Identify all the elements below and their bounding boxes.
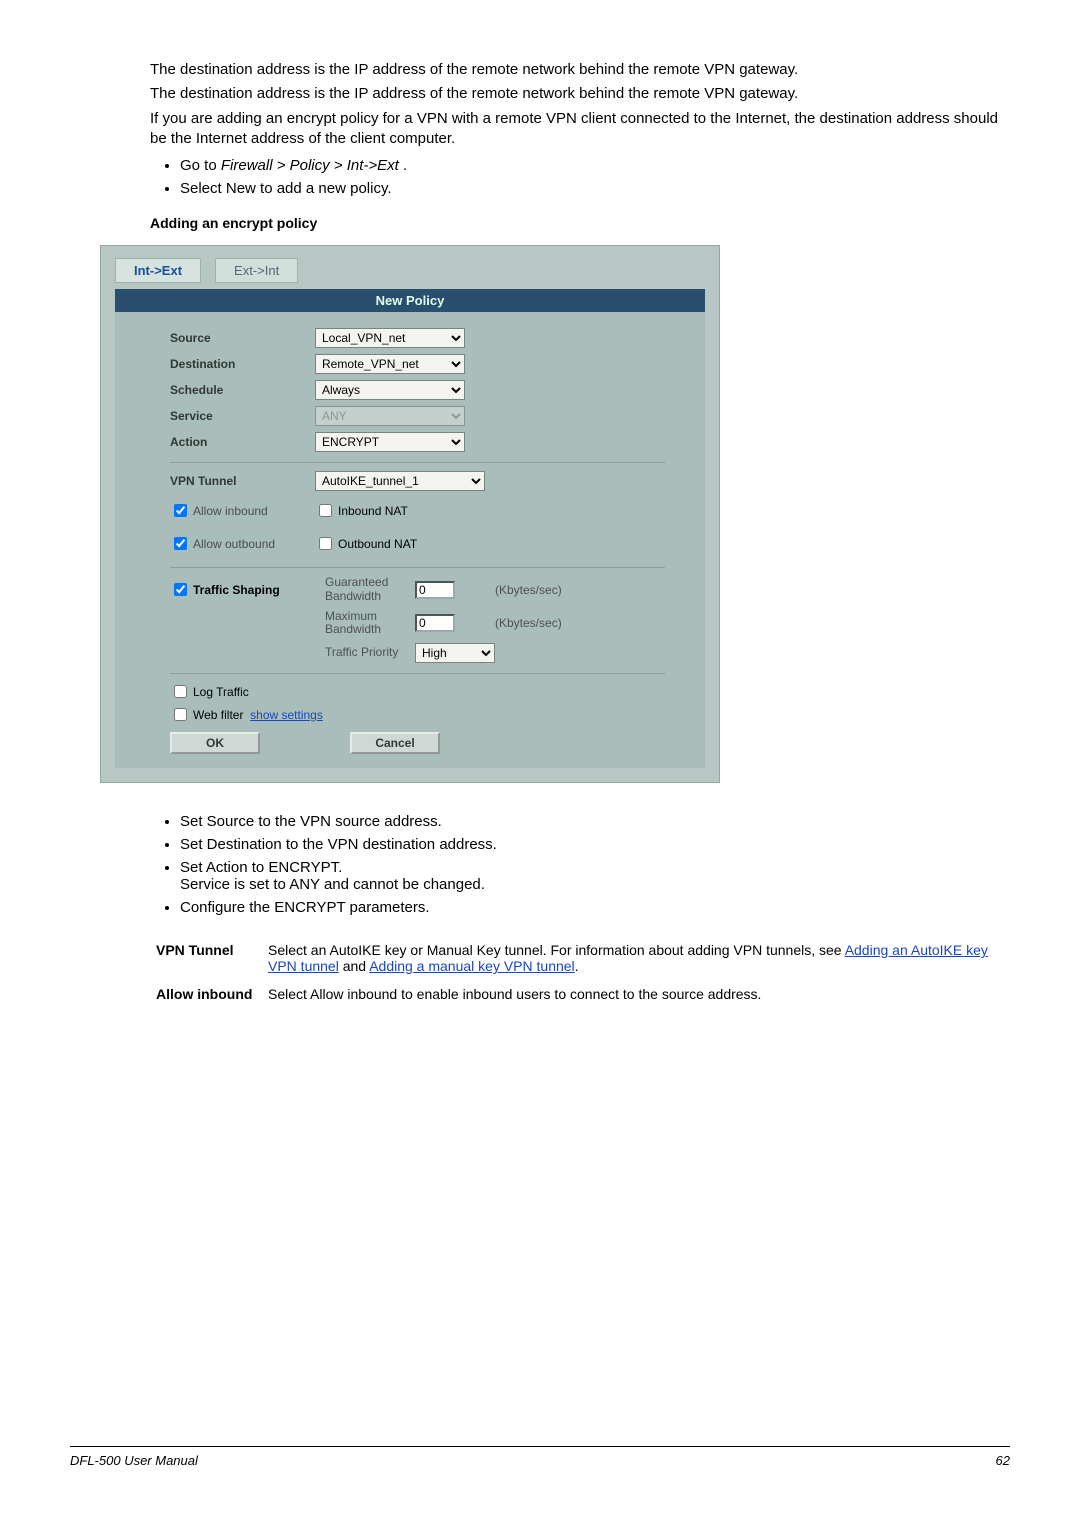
nav-path: Firewall > Policy > Int->Ext bbox=[221, 157, 399, 174]
footer-title: DFL-500 User Manual bbox=[70, 1453, 198, 1468]
label-destination: Destination bbox=[170, 357, 315, 371]
checkbox-allow-inbound[interactable] bbox=[174, 504, 187, 517]
figure-caption: Adding an encrypt policy bbox=[150, 215, 1000, 231]
checkbox-outbound-nat[interactable] bbox=[319, 537, 332, 550]
tab-ext-int[interactable]: Ext->Int bbox=[215, 258, 298, 283]
label-source: Source bbox=[170, 331, 315, 345]
checkbox-web-filter[interactable] bbox=[174, 708, 187, 721]
select-service: ANY bbox=[315, 406, 465, 426]
panel-header: New Policy bbox=[115, 289, 705, 312]
label-vpn-tunnel: VPN Tunnel bbox=[170, 474, 315, 488]
postbullet-1: Set Source to the VPN source address. bbox=[180, 813, 1000, 830]
policy-screenshot: Int->Ext Ext->Int New Policy Source Loca… bbox=[100, 245, 720, 783]
label-allow-outbound: Allow outbound bbox=[193, 537, 275, 551]
intro-p3: If you are adding an encrypt policy for … bbox=[150, 109, 1000, 150]
label-guaranteed: Guaranteed Bandwidth bbox=[325, 576, 405, 604]
label-priority: Traffic Priority bbox=[325, 646, 405, 660]
postbullet-2: Set Destination to the VPN destination a… bbox=[180, 836, 1000, 853]
label-traffic-shaping: Traffic Shaping bbox=[193, 583, 280, 597]
prebullet-2: Select New to add a new policy. bbox=[180, 180, 1000, 197]
checkbox-traffic-shaping[interactable] bbox=[174, 583, 187, 596]
postbullet-4: Configure the ENCRYPT parameters. bbox=[180, 899, 1000, 916]
input-guaranteed[interactable] bbox=[415, 581, 455, 599]
prebullet-1: Go to Firewall > Policy > Int->Ext . bbox=[180, 157, 1000, 174]
select-action[interactable]: ENCRYPT bbox=[315, 432, 465, 452]
label-maximum: Maximum Bandwidth bbox=[325, 610, 405, 638]
unit-guaranteed: (Kbytes/sec) bbox=[495, 583, 665, 597]
label-allow-inbound: Allow inbound bbox=[193, 504, 268, 518]
tab-int-ext[interactable]: Int->Ext bbox=[115, 258, 201, 283]
def-term-allow-inbound: Allow inbound bbox=[150, 980, 262, 1008]
def-text-allow-inbound: Select Allow inbound to enable inbound u… bbox=[262, 980, 1000, 1008]
cancel-button[interactable]: Cancel bbox=[350, 732, 440, 754]
label-schedule: Schedule bbox=[170, 383, 315, 397]
label-action: Action bbox=[170, 435, 315, 449]
intro-p2: The destination address is the IP addres… bbox=[150, 84, 1000, 104]
select-source[interactable]: Local_VPN_net bbox=[315, 328, 465, 348]
select-destination[interactable]: Remote_VPN_net bbox=[315, 354, 465, 374]
intro-p1: The destination address is the IP addres… bbox=[150, 60, 1000, 80]
select-priority[interactable]: High bbox=[415, 643, 495, 663]
label-web-filter: Web filter bbox=[193, 708, 243, 722]
unit-maximum: (Kbytes/sec) bbox=[495, 616, 665, 630]
select-vpn-tunnel[interactable]: AutoIKE_tunnel_1 bbox=[315, 471, 485, 491]
label-outbound-nat: Outbound NAT bbox=[338, 537, 417, 551]
label-log-traffic: Log Traffic bbox=[193, 685, 249, 699]
page-number: 62 bbox=[996, 1453, 1010, 1468]
postbullet-3: Set Action to ENCRYPT. Service is set to… bbox=[180, 859, 1000, 893]
select-schedule[interactable]: Always bbox=[315, 380, 465, 400]
link-show-settings[interactable]: show settings bbox=[250, 708, 323, 722]
checkbox-allow-outbound[interactable] bbox=[174, 537, 187, 550]
ok-button[interactable]: OK bbox=[170, 732, 260, 754]
input-maximum[interactable] bbox=[415, 614, 455, 632]
label-service: Service bbox=[170, 409, 315, 423]
checkbox-inbound-nat[interactable] bbox=[319, 504, 332, 517]
checkbox-log-traffic[interactable] bbox=[174, 685, 187, 698]
def-term-vpn-tunnel: VPN Tunnel bbox=[150, 936, 262, 980]
def-text-vpn-tunnel: Select an AutoIKE key or Manual Key tunn… bbox=[262, 936, 1000, 980]
link-manual-key-tunnel[interactable]: Adding a manual key VPN tunnel bbox=[369, 958, 574, 974]
label-inbound-nat: Inbound NAT bbox=[338, 504, 408, 518]
